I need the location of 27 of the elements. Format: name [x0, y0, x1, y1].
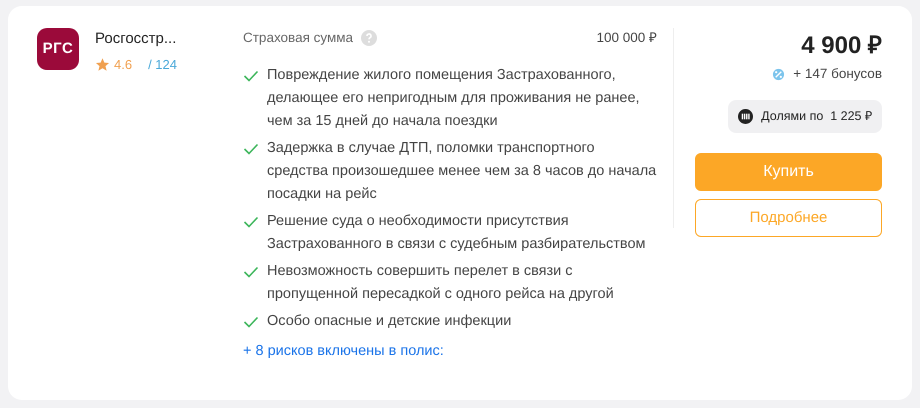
risk-text: Невозможность совершить перелет в связи с пропущенной пересадкой с одного рейса на другой: [267, 262, 615, 304]
check-icon: [243, 316, 259, 328]
bonus-icon: [772, 68, 786, 81]
installments-badge[interactable]: Долями по 1 225 ₽: [728, 100, 882, 133]
check-icon: [243, 70, 259, 82]
installments-icon: [738, 109, 754, 124]
details-button[interactable]: Подробнее: [695, 199, 882, 237]
installments-text: Долями по 1 225 ₽: [761, 108, 872, 126]
risk-text: Задержка в случае ДТП, поломки транспортного средства произошедшее менее чем за 8 часов до начала посадки на рейс: [267, 139, 657, 204]
company-name: Росгосстр...: [95, 29, 177, 49]
review-count[interactable]: / 124: [148, 54, 177, 74]
check-icon: [243, 266, 259, 278]
buy-button[interactable]: Купить: [695, 153, 882, 191]
company-logo: РГС: [37, 28, 79, 70]
help-icon[interactable]: [361, 30, 378, 46]
check-icon: [243, 143, 259, 156]
risk-text: Решение суда о необходимости присутствия Застрахованного в связи с судебным разбирательством: [267, 212, 646, 254]
risk-text: Повреждение жилого помещения Застрахованного, делающее его непригодным для проживания не ранее, чем за 15 дней до начала поездки: [267, 66, 641, 132]
sum-label: Страховая сумма: [243, 29, 354, 47]
price: 4 900 ₽: [801, 31, 882, 61]
rating: 4.6: [114, 56, 132, 74]
star-icon: [95, 56, 110, 72]
sum-value: 100 000 ₽: [596, 29, 657, 47]
check-icon: [243, 216, 259, 228]
bonus-text: + 147 бонусов: [793, 65, 882, 83]
risk-text: Особо опасные и детские инфекции: [267, 312, 512, 332]
more-risks-link[interactable]: + 8 рисков включены в полис:: [243, 341, 444, 363]
